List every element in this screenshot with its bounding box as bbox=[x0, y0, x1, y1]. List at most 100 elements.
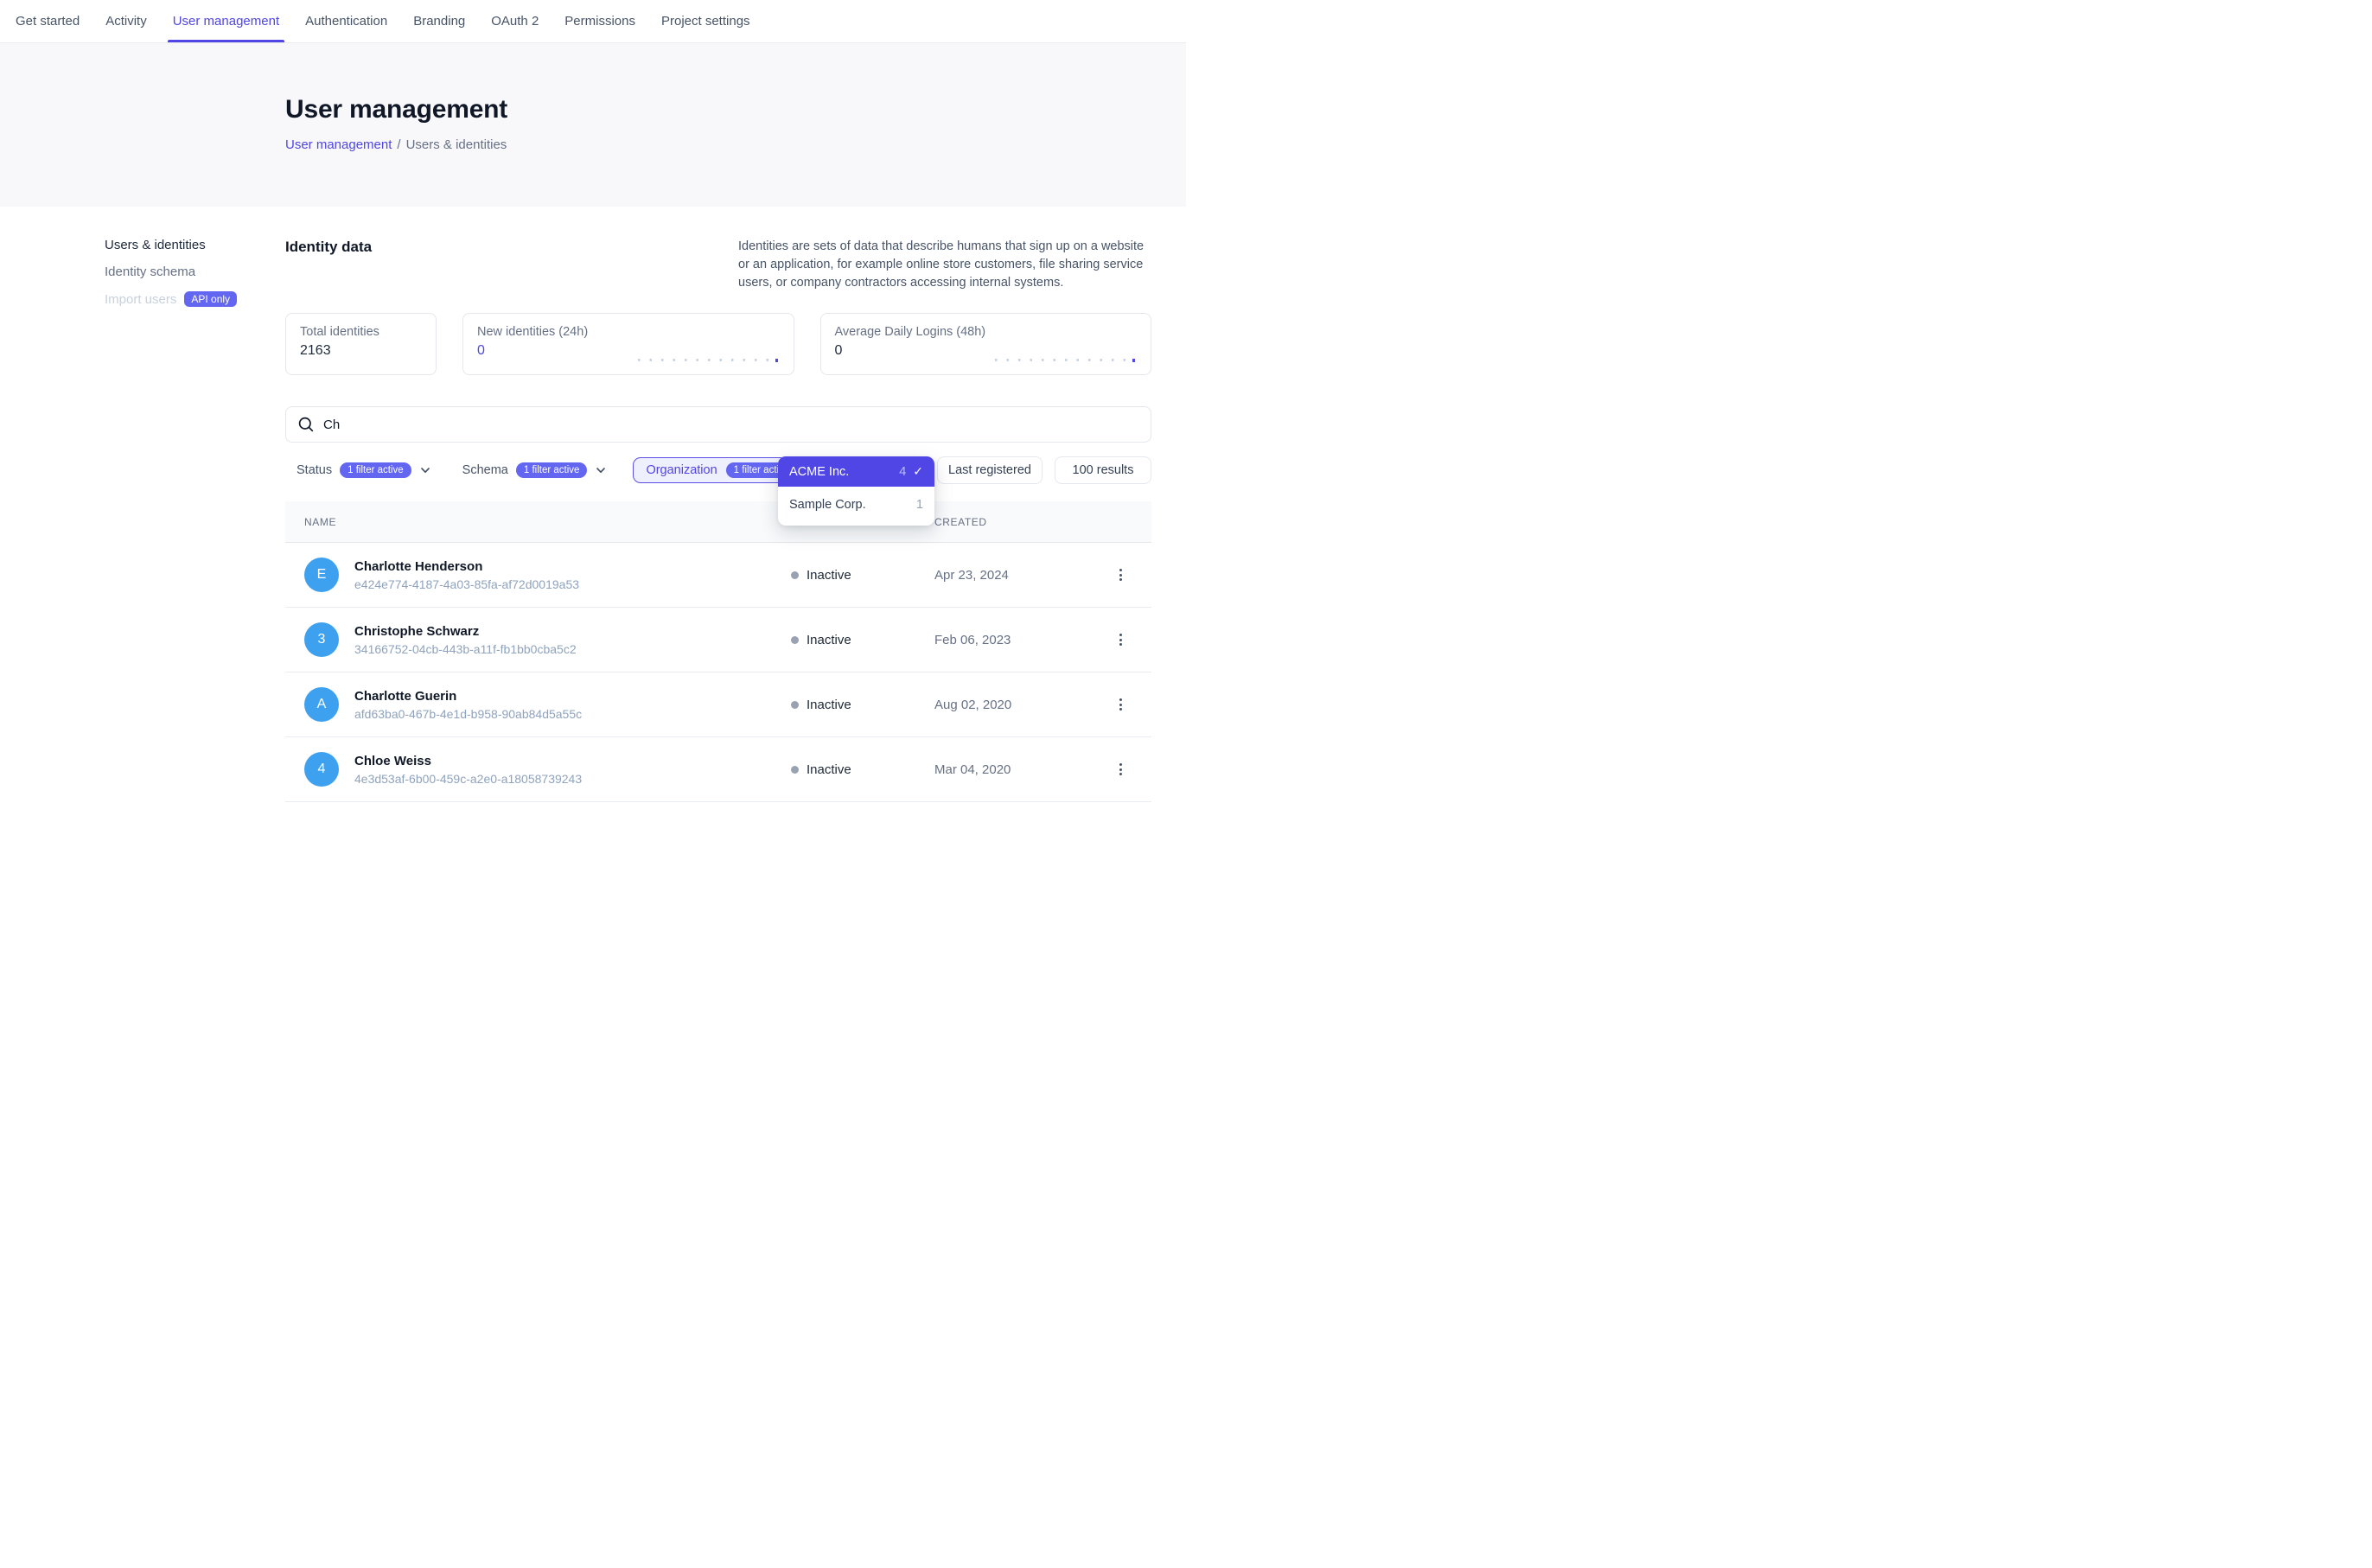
sidebar-item-label: Identity schema bbox=[105, 265, 195, 279]
card-label: New identities (24h) bbox=[477, 325, 780, 339]
api-only-badge: API only bbox=[184, 291, 237, 307]
check-icon bbox=[913, 464, 923, 479]
identity-name: Charlotte Guerin bbox=[354, 689, 582, 704]
avatar: 3 bbox=[304, 622, 339, 657]
card-total-identities: Total identities 2163 bbox=[285, 313, 437, 375]
sidebar-item-label: Import users bbox=[105, 292, 176, 307]
sidebar-item-label: Users & identities bbox=[105, 238, 206, 252]
row-actions-menu-icon[interactable] bbox=[1114, 564, 1127, 586]
dropdown-option-acme[interactable]: ACME Inc. 4 bbox=[778, 456, 934, 487]
avatar: A bbox=[304, 687, 339, 722]
search-icon bbox=[297, 416, 315, 433]
status-cell: Inactive bbox=[791, 568, 934, 583]
avatar: 4 bbox=[304, 752, 339, 787]
sparkline bbox=[995, 359, 1135, 361]
table-row[interactable]: A Charlotte Guerin afd63ba0-467b-4e1d-b9… bbox=[285, 672, 1151, 737]
status-filter[interactable]: Status 1 filter active bbox=[296, 462, 431, 478]
row-actions-menu-icon[interactable] bbox=[1114, 693, 1127, 716]
page-size-select[interactable]: 100 results bbox=[1055, 456, 1151, 484]
page-header: User management User management / Users … bbox=[0, 43, 1186, 207]
tab-activity[interactable]: Activity bbox=[105, 0, 147, 42]
status-cell: Inactive bbox=[791, 698, 934, 712]
search-input[interactable]: Ch bbox=[285, 406, 1151, 443]
card-label: Total identities bbox=[300, 325, 422, 339]
status-dot-icon bbox=[791, 571, 799, 579]
created-date: Mar 04, 2020 bbox=[934, 762, 1100, 777]
card-value: 2163 bbox=[300, 343, 422, 359]
card-value: 0 bbox=[477, 343, 780, 359]
identity-cell: 4 Chloe Weiss 4e3d53af-6b00-459c-a2e0-a1… bbox=[304, 752, 791, 787]
card-average-daily-logins: Average Daily Logins (48h) 0 bbox=[820, 313, 1152, 375]
status-dot-icon bbox=[791, 766, 799, 774]
chevron-down-icon bbox=[419, 464, 431, 476]
status-label: Inactive bbox=[807, 762, 851, 777]
dropdown-option-sample-corp[interactable]: Sample Corp. 1 bbox=[778, 489, 934, 519]
card-new-identities: New identities (24h) 0 bbox=[462, 313, 794, 375]
schema-filter-badge: 1 filter active bbox=[516, 462, 588, 478]
sidebar: Users & identities Identity schema Impor… bbox=[105, 238, 273, 319]
tab-permissions[interactable]: Permissions bbox=[564, 0, 635, 42]
identity-name: Christophe Schwarz bbox=[354, 624, 577, 639]
breadcrumb-separator: / bbox=[397, 137, 400, 152]
identities-table: NAME STATUS CREATED E Charlotte Henderso… bbox=[285, 501, 1151, 802]
section-title: Identity data bbox=[285, 238, 372, 256]
column-header-created: CREATED bbox=[934, 516, 1100, 528]
created-date: Aug 02, 2020 bbox=[934, 698, 1100, 712]
organization-dropdown: ACME Inc. 4 Sample Corp. 1 bbox=[778, 456, 934, 526]
stat-cards: Total identities 2163 New identities (24… bbox=[285, 313, 1151, 375]
status-label: Inactive bbox=[807, 568, 851, 583]
status-filter-badge: 1 filter active bbox=[340, 462, 411, 478]
sort-select[interactable]: Last registered bbox=[937, 456, 1043, 484]
tab-user-management[interactable]: User management bbox=[173, 0, 279, 42]
identity-name: Charlotte Henderson bbox=[354, 559, 579, 574]
row-actions-menu-icon[interactable] bbox=[1114, 628, 1127, 651]
page-title: User management bbox=[285, 95, 1186, 124]
card-label: Average Daily Logins (48h) bbox=[835, 325, 1138, 339]
identity-name: Chloe Weiss bbox=[354, 754, 582, 768]
tab-branding[interactable]: Branding bbox=[413, 0, 465, 42]
table-row[interactable]: 3 Christophe Schwarz 34166752-04cb-443b-… bbox=[285, 608, 1151, 672]
schema-filter[interactable]: Schema 1 filter active bbox=[462, 462, 608, 478]
dropdown-option-count: 4 bbox=[899, 465, 906, 479]
row-actions-menu-icon[interactable] bbox=[1114, 758, 1127, 781]
dropdown-option-label: Sample Corp. bbox=[789, 498, 909, 512]
dropdown-option-count: 1 bbox=[916, 498, 923, 512]
avatar: E bbox=[304, 558, 339, 592]
identity-cell: A Charlotte Guerin afd63ba0-467b-4e1d-b9… bbox=[304, 687, 791, 722]
search-value: Ch bbox=[323, 417, 340, 432]
section-description: Identities are sets of data that describ… bbox=[738, 238, 1151, 292]
identity-cell: E Charlotte Henderson e424e774-4187-4a03… bbox=[304, 558, 791, 592]
sidebar-item-import-users[interactable]: Import users API only bbox=[105, 291, 273, 307]
list-controls: Last registered 100 results bbox=[937, 456, 1151, 484]
table-header: NAME STATUS CREATED bbox=[285, 501, 1151, 543]
organization-filter-label: Organization bbox=[646, 463, 717, 477]
tab-authentication[interactable]: Authentication bbox=[305, 0, 387, 42]
content-area: Users & identities Identity schema Impor… bbox=[0, 207, 1186, 784]
identity-data-section: Identity data Identities are sets of dat… bbox=[285, 238, 1151, 802]
tab-oauth2[interactable]: OAuth 2 bbox=[491, 0, 539, 42]
tab-project-settings[interactable]: Project settings bbox=[661, 0, 750, 42]
breadcrumb-link-user-management[interactable]: User management bbox=[285, 137, 392, 152]
card-value: 0 bbox=[835, 343, 1138, 359]
tab-get-started[interactable]: Get started bbox=[16, 0, 80, 42]
status-label: Inactive bbox=[807, 633, 851, 647]
breadcrumb-current: Users & identities bbox=[406, 137, 507, 152]
status-cell: Inactive bbox=[791, 633, 934, 647]
table-row[interactable]: E Charlotte Henderson e424e774-4187-4a03… bbox=[285, 543, 1151, 608]
top-navigation: Get started Activity User management Aut… bbox=[0, 0, 1186, 43]
sparkline bbox=[638, 359, 778, 361]
schema-filter-label: Schema bbox=[462, 463, 508, 477]
identity-id: 34166752-04cb-443b-a11f-fb1bb0cba5c2 bbox=[354, 642, 577, 656]
sidebar-item-identity-schema[interactable]: Identity schema bbox=[105, 265, 273, 279]
status-dot-icon bbox=[791, 701, 799, 709]
identity-id: e424e774-4187-4a03-85fa-af72d0019a53 bbox=[354, 577, 579, 591]
breadcrumb: User management / Users & identities bbox=[285, 137, 1186, 152]
identity-id: afd63ba0-467b-4e1d-b958-90ab84d5a55c bbox=[354, 707, 582, 721]
identity-cell: 3 Christophe Schwarz 34166752-04cb-443b-… bbox=[304, 622, 791, 657]
filter-row: Status 1 filter active Schema 1 filter a… bbox=[285, 456, 1151, 484]
status-cell: Inactive bbox=[791, 762, 934, 777]
status-label: Inactive bbox=[807, 698, 851, 712]
sidebar-item-users-identities[interactable]: Users & identities bbox=[105, 238, 273, 252]
dropdown-option-label: ACME Inc. bbox=[789, 465, 892, 479]
table-row[interactable]: 4 Chloe Weiss 4e3d53af-6b00-459c-a2e0-a1… bbox=[285, 737, 1151, 802]
